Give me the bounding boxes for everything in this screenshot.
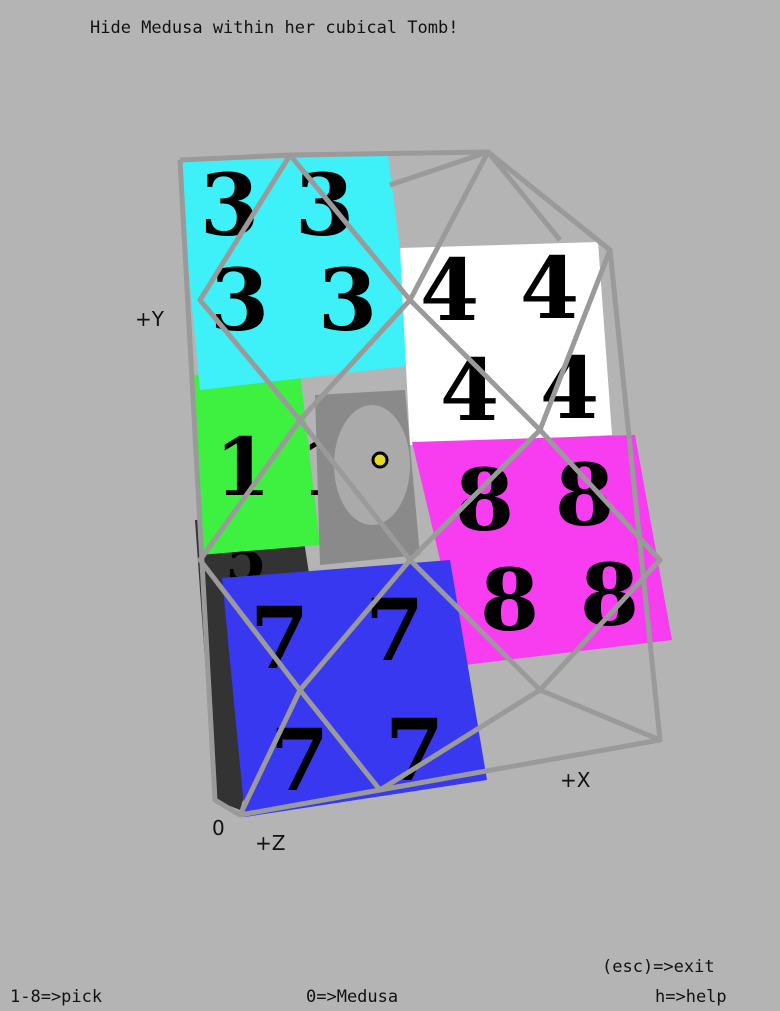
cube-4-label: 4 [440,341,499,441]
cube-7-label: 7 [270,711,329,811]
medusa-eye [371,451,389,469]
cube-3-label: 3 [318,251,377,351]
game-scene[interactable]: 5 1 1 3 3 3 3 4 4 4 4 8 8 8 8 7 7 7 7 +Y… [0,0,780,1011]
axis-origin-label: 0 [212,816,225,840]
medusa-face [334,405,410,525]
medusa-hint: 0=>Medusa [306,987,399,1007]
cube-7-label: 7 [365,581,424,681]
cube-8-label: 8 [555,446,614,546]
exit-hint: (esc)=>exit [602,957,715,977]
cube-4-label: 4 [420,241,479,341]
cube-4-label: 4 [520,239,579,339]
axis-y-label: +Y [135,307,165,331]
cube-8-label: 8 [580,546,639,646]
pick-hint: 1-8=>pick [10,987,103,1007]
help-hint: h=>help [655,987,727,1007]
cube-3-label: 3 [200,156,259,256]
axis-z-label: +Z [255,831,285,855]
axis-x-label: +X [560,768,591,792]
